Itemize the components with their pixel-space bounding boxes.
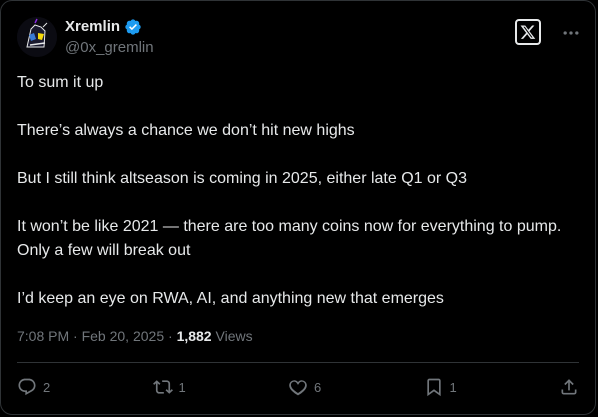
share-icon <box>561 379 577 395</box>
tweet-paragraph: It won’t be like 2021 — there are too ma… <box>17 218 562 259</box>
avatar[interactable] <box>17 17 57 57</box>
bookmark-button[interactable]: 1 <box>424 377 457 397</box>
x-logo-icon <box>520 25 536 39</box>
tweet-paragraph: I’d keep an eye on RWA, AI, and anything… <box>17 290 444 307</box>
x-logo-button[interactable] <box>515 19 541 45</box>
bookmark-count: 1 <box>449 379 457 395</box>
meta-separator: · <box>69 328 82 344</box>
tweet-card: Xremlin @0x_gremlin To sum it up There’s <box>0 0 596 415</box>
repost-icon <box>152 380 173 394</box>
verified-badge-icon <box>125 19 141 35</box>
tweet-paragraph: To sum it up <box>17 74 104 91</box>
repost-button[interactable]: 1 <box>152 377 186 397</box>
share-button[interactable] <box>559 377 579 397</box>
tweet-meta: 7:08 PM · Feb 20, 2025 · 1,882 Views <box>17 326 253 346</box>
tweet-paragraph: But I still think altseason is coming in… <box>17 170 468 187</box>
like-button[interactable]: 6 <box>288 377 321 397</box>
bookmark-icon <box>426 378 441 397</box>
repost-count: 1 <box>178 379 186 395</box>
more-dots-icon <box>563 31 579 35</box>
tweet-date[interactable]: Feb 20, 2025 <box>82 328 165 344</box>
heart-icon <box>289 380 307 396</box>
author-name[interactable]: Xremlin <box>65 17 142 37</box>
views-count[interactable]: 1,882 <box>177 328 212 344</box>
action-bar: 2 1 6 1 <box>17 374 579 400</box>
meta-separator: · <box>164 328 177 344</box>
tweet-text: To sum it up There’s always a chance we … <box>17 71 577 335</box>
like-count: 6 <box>314 379 322 395</box>
author-handle[interactable]: @0x_gremlin <box>65 38 154 58</box>
reply-count: 2 <box>43 379 51 395</box>
tweet-paragraph: There’s always a chance we don’t hit new… <box>17 122 355 139</box>
tweet-header: Xremlin @0x_gremlin <box>17 13 583 57</box>
author-display-name[interactable]: Xremlin <box>65 17 120 37</box>
more-options-button[interactable] <box>559 21 583 45</box>
reply-icon <box>18 378 36 396</box>
avatar-image <box>17 17 57 57</box>
views-label: Views <box>215 328 253 344</box>
author-info: Xremlin @0x_gremlin <box>65 17 154 58</box>
tweet-time[interactable]: 7:08 PM <box>17 328 69 344</box>
divider <box>17 362 579 363</box>
reply-button[interactable]: 2 <box>17 377 50 397</box>
